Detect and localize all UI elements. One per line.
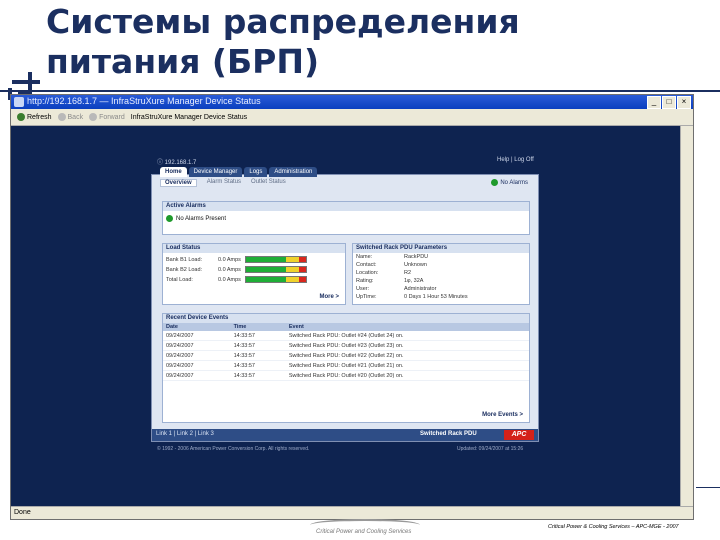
load-meter	[244, 256, 307, 263]
browser-toolbar: Refresh Back Forward InfraStruXure Manag…	[11, 109, 693, 126]
tab-device-manager[interactable]: Device Manager	[188, 167, 243, 177]
active-alarms-title: Active Alarms	[163, 202, 529, 211]
status-badge: No Alarms	[491, 179, 528, 186]
app-footer: Link 1 | Link 2 | Link 3 Switched Rack P…	[152, 429, 538, 441]
slide-title-line-2: питания (БРП)	[46, 42, 320, 81]
param-row: UpTime: 0 Days 1 Hour 53 Minutes	[356, 294, 468, 300]
help-logoff-link[interactable]: Help | Log Off	[497, 157, 534, 163]
minimize-button[interactable]: _	[647, 96, 661, 109]
close-button[interactable]: ×	[677, 96, 691, 109]
table-row: 09/24/2007 14:33:57 Switched Rack PDU: Out…	[163, 331, 529, 341]
side-rule	[696, 487, 720, 488]
load-status-title: Load Status	[163, 244, 345, 253]
footer-right-text: Critical Power & Cooling Services – APC-…	[548, 524, 679, 530]
table-row: 09/24/2007 14:33:57 Switched Rack PDU: Out…	[163, 370, 529, 381]
parameters-box: Switched Rack PDU Parameters Name: RackPD…	[352, 243, 530, 305]
browser-status-bar: Done	[11, 506, 693, 519]
load-row: Total Load: 0.0 Amps	[166, 276, 345, 283]
footer-links[interactable]: Link 1 | Link 2 | Link 3	[156, 431, 214, 437]
load-meter	[244, 266, 307, 273]
events-title: Recent Device Events	[163, 314, 529, 323]
product-name: Switched Rack PDU	[420, 431, 477, 437]
forward-button[interactable]: Forward	[89, 113, 125, 121]
param-row: Location: R2	[356, 270, 412, 276]
title-rule	[0, 90, 720, 92]
back-button[interactable]: Back	[57, 113, 83, 121]
slide-title-line-1: Системы распределения	[46, 2, 520, 41]
browser-title: http://192.168.1.7 — InfraStruXure Manag…	[27, 96, 261, 106]
back-icon	[57, 113, 66, 121]
tab-home[interactable]: Home	[160, 167, 187, 177]
apc-logo: APC	[504, 430, 534, 440]
copyright: © 1992 - 2006 American Power Conversion …	[157, 446, 310, 452]
footer-left-text: Critical Power and Cooling Services	[316, 529, 412, 535]
param-row: User: Administrator	[356, 286, 437, 292]
subtab-alarm-status[interactable]: Alarm Status	[207, 179, 241, 187]
page-title-button[interactable]: InfraStruXure Manager Device Status	[131, 114, 247, 121]
events-table: Date Time Event 09/24/2007 14:33:57 Switch…	[163, 323, 529, 381]
vertical-scrollbar[interactable]	[680, 126, 693, 506]
refresh-button[interactable]: Refresh	[17, 113, 52, 121]
param-row: Rating: 1φ, 32A	[356, 278, 424, 284]
load-more-link[interactable]: More >	[319, 294, 339, 300]
table-row: 09/24/2007 14:33:57 Switched Rack PDU: Out…	[163, 340, 529, 351]
browser-title-bar: http://192.168.1.7 — InfraStruXure Manag…	[11, 95, 693, 109]
param-row: Contact: Unknown	[356, 262, 427, 268]
subtab-outlet-status[interactable]: Outlet Status	[251, 179, 286, 187]
ok-icon	[166, 215, 173, 222]
subtab-overview[interactable]: Overview	[160, 179, 197, 187]
refresh-icon	[17, 113, 25, 121]
parameters-title: Switched Rack PDU Parameters	[353, 244, 529, 253]
maximize-button[interactable]: □	[662, 96, 676, 109]
more-events-link[interactable]: More Events >	[482, 412, 523, 418]
ok-icon	[491, 179, 499, 186]
slide-title: Системы распределения питания (БРП)	[46, 2, 666, 82]
load-row: Bank B2 Load: 0.0 Amps	[166, 266, 345, 273]
table-row: 09/24/2007 14:33:57 Switched Rack PDU: Out…	[163, 350, 529, 361]
page-viewport: ⓘ 192.168.1.7 Help | Log Off Home Device…	[11, 126, 681, 506]
no-alarms-message: No Alarms Present	[176, 215, 227, 222]
tab-administration[interactable]: Administration	[269, 167, 318, 177]
column-date: Date	[163, 323, 231, 331]
load-meter	[244, 276, 307, 283]
events-box: Recent Device Events Date Time Event 09/…	[162, 313, 530, 423]
updated-timestamp: Updated: 09/24/2007 at 15:26	[457, 446, 524, 452]
column-event: Event	[285, 323, 529, 331]
load-status-box: Load Status Bank B1 Load: 0.0 Amps Bank …	[162, 243, 346, 305]
device-ip: ⓘ 192.168.1.7	[157, 160, 197, 166]
tab-logs[interactable]: Logs	[244, 167, 268, 177]
table-row: 09/24/2007 14:33:57 Switched Rack PDU: Out…	[163, 360, 529, 371]
column-time: Time	[230, 323, 286, 331]
browser-window: http://192.168.1.7 — InfraStruXure Manag…	[10, 94, 694, 520]
app-panel: Home Device Manager Logs Administration …	[151, 167, 539, 442]
load-row: Bank B1 Load: 0.0 Amps	[166, 256, 345, 263]
active-alarms-box: Active Alarms No Alarms Present	[162, 201, 530, 235]
forward-icon	[89, 113, 98, 121]
param-row: Name: RackPDU	[356, 254, 429, 260]
ie-icon	[14, 97, 24, 107]
